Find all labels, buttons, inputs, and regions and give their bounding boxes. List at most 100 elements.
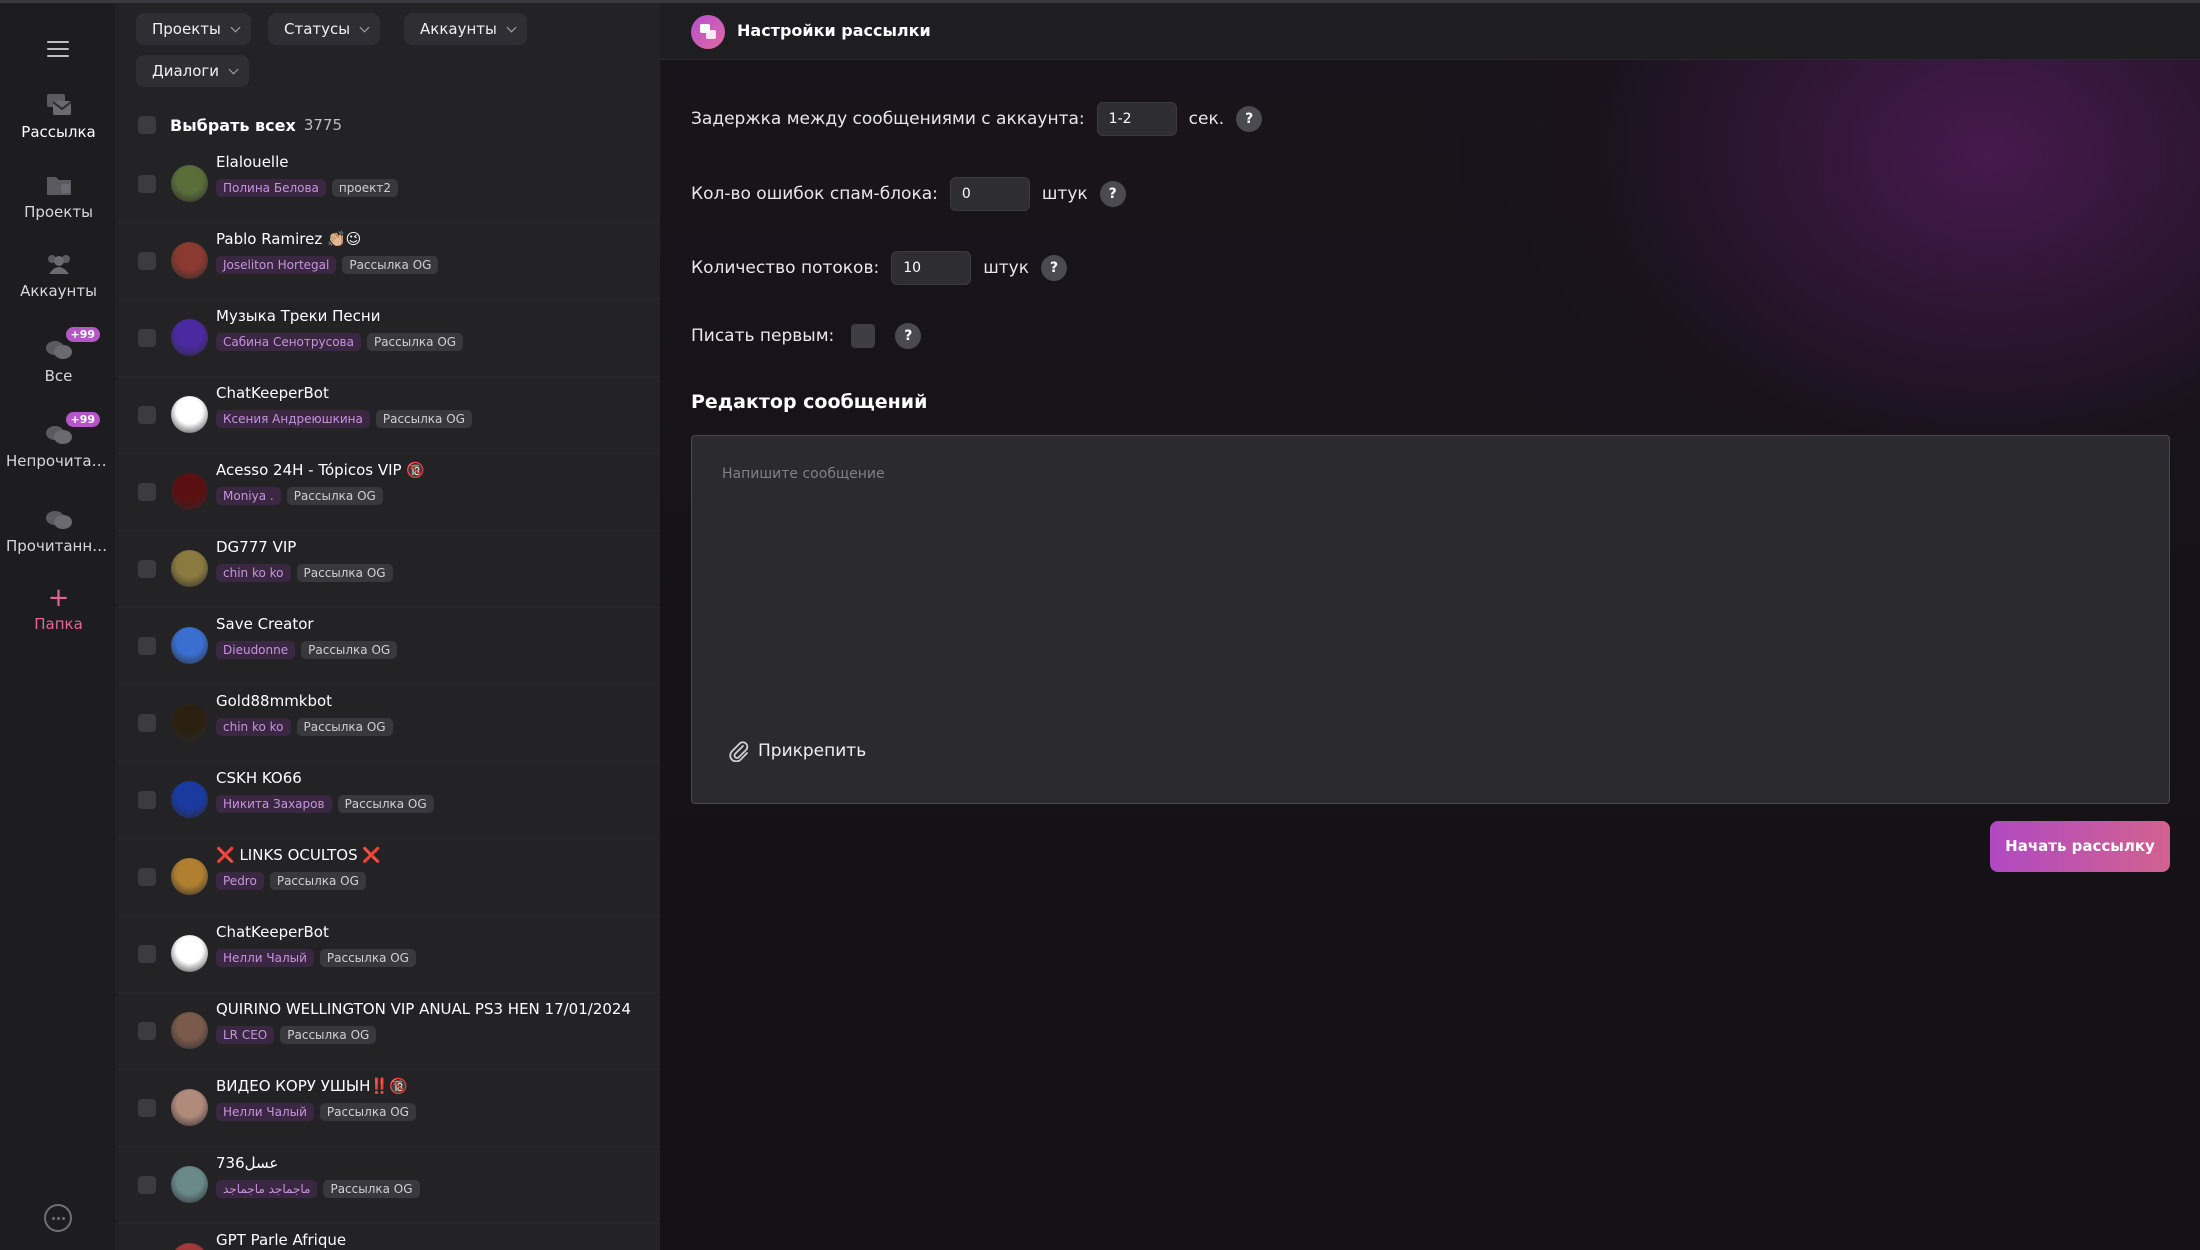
select-all-checkbox[interactable] [138, 116, 156, 134]
avatar [171, 627, 208, 664]
dialog-checkbox[interactable] [138, 714, 156, 732]
threads-setting: Количество потоков: 10 штук ? [691, 251, 1067, 285]
avatar [171, 550, 208, 587]
dialog-checkbox[interactable] [138, 329, 156, 347]
dialog-row[interactable]: ChatKeeperBot Ксения Андреюшкина Рассылка … [118, 377, 660, 454]
dialog-name: QUIRINO WELLINGTON VIP ANUAL PS3 HEN 17/… [216, 1000, 631, 1018]
unread-badge: +99 [65, 327, 101, 342]
dialog-row[interactable]: ChatKeeperBot Нелли Чалый Рассылка OG [118, 916, 660, 993]
dialog-checkbox[interactable] [138, 406, 156, 424]
nav-label: Папка [34, 615, 83, 633]
dialog-checkbox[interactable] [138, 483, 156, 501]
nav-item-unread[interactable]: +99 Непрочитанные [0, 412, 117, 470]
dialog-name: 736عسل [216, 1154, 279, 1172]
dialog-checkbox[interactable] [138, 1176, 156, 1194]
menu-icon[interactable] [47, 41, 69, 57]
nav-label: Аккаунты [20, 282, 97, 300]
nav-label: Все [44, 367, 73, 385]
dialog-tags: Нелли Чалый Рассылка OG [216, 949, 416, 967]
dialog-row[interactable]: GPT Parle Afrique [118, 1224, 660, 1250]
dialog-row[interactable]: Gold88mmkbot chin ko ko Рассылка OG [118, 685, 660, 762]
dialog-checkbox[interactable] [138, 1099, 156, 1117]
account-tag: Dieudonne [216, 641, 296, 659]
dialog-tags: Joseliton Hortegal Рассылка OG [216, 256, 439, 274]
dialog-row[interactable]: ❌ LINKS OCULTOS ❌ Pedro Рассылка OG [118, 839, 660, 916]
dialog-row[interactable]: DG777 VIP chin ko ko Рассылка OG [118, 531, 660, 608]
nav-item-projects[interactable]: Проекты [0, 171, 117, 221]
account-tag: Joseliton Hortegal [216, 256, 337, 274]
dialog-row[interactable]: QUIRINO WELLINGTON VIP ANUAL PS3 HEN 17/… [118, 993, 660, 1070]
filter-accounts[interactable]: Аккаунты [404, 13, 527, 45]
help-icon[interactable]: ? [1041, 255, 1067, 281]
unread-badge: +99 [65, 412, 101, 427]
select-all-count: 3775 [303, 116, 343, 134]
attach-label: Прикрепить [758, 741, 867, 761]
account-tag: chin ko ko [216, 718, 291, 736]
folder-icon [44, 171, 74, 199]
account-tag: Ксения Андреюшкина [216, 410, 370, 428]
help-icon[interactable]: ? [1099, 181, 1126, 207]
account-tag: LR CEO [216, 1026, 275, 1044]
dialog-row[interactable]: Pablo Ramirez 👏🏼😉 Joseliton Hortegal Рассы… [118, 223, 660, 300]
account-tag: ماجماجد ماجماجد [216, 1180, 318, 1198]
dialog-checkbox[interactable] [138, 637, 156, 655]
start-mailing-button[interactable]: Начать рассылку [1990, 821, 2170, 872]
dialog-row[interactable]: ВИДЕО КОРУ УШЫН‼️🔞 Нелли Чалый Рассылка OG [118, 1070, 660, 1147]
dialog-checkbox[interactable] [138, 252, 156, 270]
dialog-row[interactable]: Elalouelle Полина Белова проект2 [118, 146, 660, 223]
dialog-name: Gold88mmkbot [216, 692, 333, 710]
attach-button[interactable]: Прикрепить [728, 740, 867, 763]
dialog-tags: chin ko ko Рассылка OG [216, 718, 393, 736]
help-icon[interactable]: ? [1236, 106, 1263, 132]
dialog-tags: LR CEO Рассылка OG [216, 1026, 377, 1044]
paperclip-icon [728, 740, 750, 763]
filter-dialogs[interactable]: Диалоги [136, 55, 250, 87]
delay-input[interactable]: 1-2 [1096, 102, 1177, 136]
dialog-checkbox[interactable] [138, 1022, 156, 1040]
support-chat-icon[interactable] [44, 1204, 72, 1232]
account-tag: Никита Захаров [216, 795, 332, 813]
nav-item-all[interactable]: +99 Все [0, 327, 117, 385]
plus-icon: + [47, 583, 70, 613]
project-tag: Рассылка OG [296, 718, 393, 736]
dialog-checkbox[interactable] [138, 560, 156, 578]
dialog-row[interactable]: Acesso 24H - Tópicos VIP 🔞 Moniya . Рассыл… [118, 454, 660, 531]
project-tag: Рассылка OG [280, 1026, 377, 1044]
dialog-row[interactable]: Save Creator Dieudonne Рассылка OG [118, 608, 660, 685]
dialog-checkbox[interactable] [138, 868, 156, 886]
project-tag: Рассылка OG [337, 795, 434, 813]
dialog-tags: ماجماجد ماجماجد Рассылка OG [216, 1180, 420, 1198]
message-editor[interactable]: Напишите сообщение Прикрепить [691, 435, 2170, 804]
select-all-label: Выбрать всех [170, 115, 296, 135]
spam-errors-input[interactable]: 0 [949, 177, 1030, 211]
nav-item-mailing[interactable]: Рассылка [0, 91, 117, 141]
dialog-row[interactable]: 736عسل ماجماجد ماجماجد Рассылка OG [118, 1147, 660, 1224]
dialog-name: ❌ LINKS OCULTOS ❌ [216, 846, 382, 864]
project-tag: Рассылка OG [286, 487, 383, 505]
nav-item-accounts[interactable]: Аккаунты [0, 250, 117, 300]
chats-icon [44, 505, 74, 533]
dialog-name: Acesso 24H - Tópicos VIP 🔞 [216, 461, 426, 479]
dialog-list-panel: Проекты Статусы Аккаунты Диалоги Выбрать… [118, 3, 660, 1250]
dialog-name: ВИДЕО КОРУ УШЫН‼️🔞 [216, 1077, 408, 1095]
help-icon[interactable]: ? [895, 323, 922, 349]
filter-projects[interactable]: Проекты [136, 13, 251, 45]
account-tag: Нелли Чалый [216, 1103, 314, 1121]
nav-item-add-folder[interactable]: + Папка [0, 585, 117, 633]
dialog-checkbox[interactable] [138, 175, 156, 193]
avatar [171, 1089, 208, 1126]
users-icon [44, 250, 74, 278]
threads-input[interactable]: 10 [891, 251, 972, 285]
dialog-checkbox[interactable] [138, 791, 156, 809]
dialog-name: Музыка Треки Песни [216, 307, 381, 325]
spam-errors-unit: штук [1041, 184, 1088, 204]
nav-item-read[interactable]: Прочитанные [0, 505, 117, 555]
project-tag: Рассылка OG [319, 1103, 416, 1121]
dialog-checkbox[interactable] [138, 945, 156, 963]
write-first-checkbox[interactable] [851, 324, 876, 348]
delay-setting: Задержка между сообщениями с аккаунта: 1… [691, 102, 1263, 136]
filter-statuses[interactable]: Статусы [268, 13, 381, 45]
dialog-row[interactable]: CSKH KO66 Никита Захаров Рассылка OG [118, 762, 660, 839]
dialog-row[interactable]: Музыка Треки Песни Сабина Сенотрусова Расс… [118, 300, 660, 377]
dialog-tags: Dieudonne Рассылка OG [216, 641, 398, 659]
